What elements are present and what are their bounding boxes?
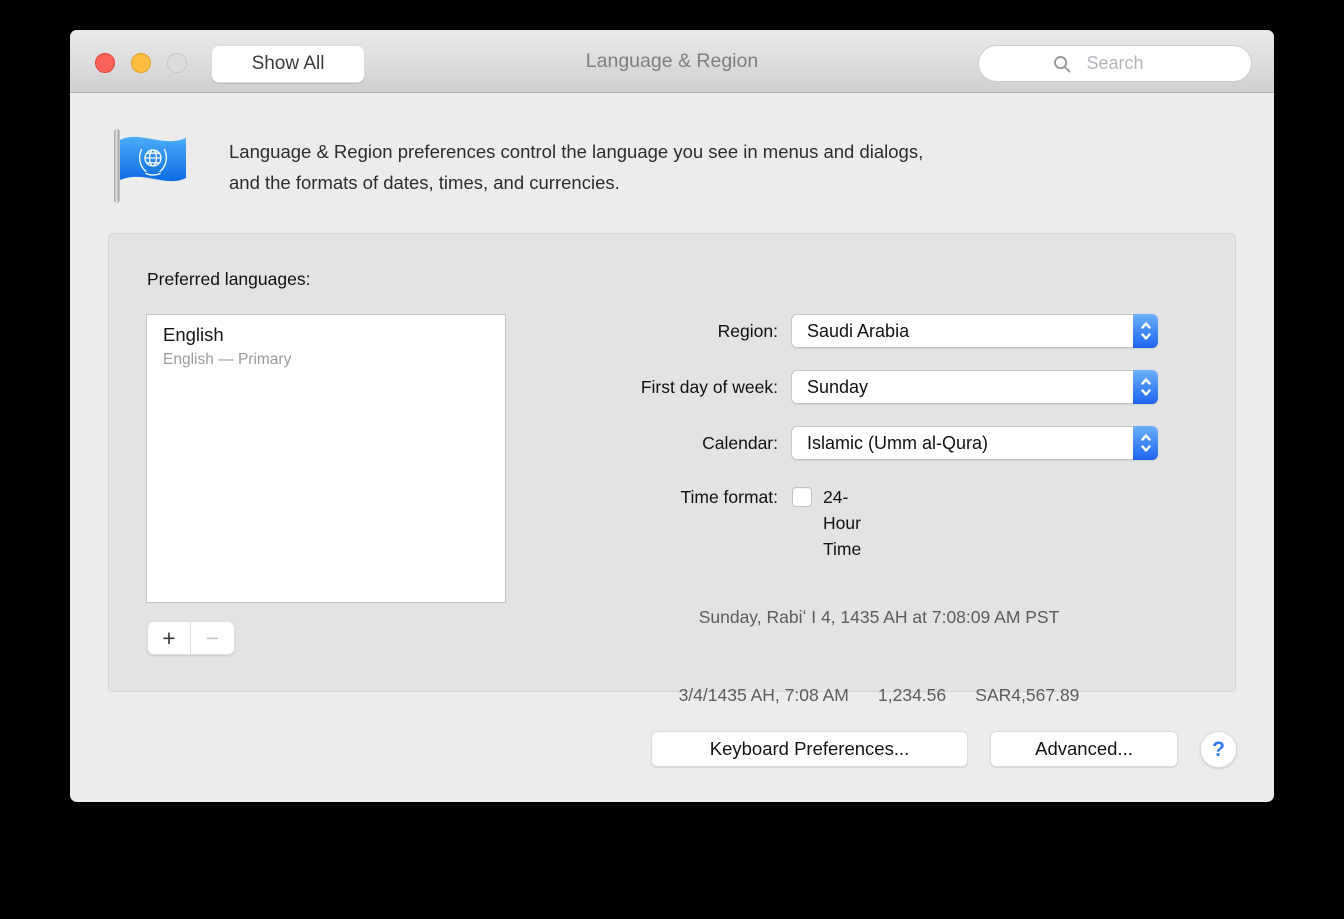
calendar-label: Calendar: bbox=[529, 426, 778, 460]
window-controls bbox=[95, 53, 187, 73]
intro-line-1: Language & Region preferences control th… bbox=[229, 136, 1189, 167]
preview-numbers: 3/4/1435 AH, 7:08 AM 1,234.56 SAR4,567.8… bbox=[589, 682, 1169, 708]
add-language-button[interactable]: + bbox=[148, 622, 191, 654]
format-preview: Sunday, Rabiʻ I 4, 1435 AH at 7:08:09 AM… bbox=[589, 552, 1169, 760]
intro-description: Language & Region preferences control th… bbox=[229, 136, 1189, 198]
help-button[interactable]: ? bbox=[1200, 731, 1237, 768]
minimize-button[interactable] bbox=[131, 53, 151, 73]
region-popup[interactable]: Saudi Arabia bbox=[791, 314, 1158, 348]
preview-datetime: Sunday, Rabiʻ I 4, 1435 AH at 7:08:09 AM… bbox=[589, 604, 1169, 630]
search-field[interactable] bbox=[978, 45, 1252, 82]
calendar-popup[interactable]: Islamic (Umm al-Qura) bbox=[791, 426, 1158, 460]
24-hour-checkbox[interactable] bbox=[792, 487, 812, 507]
preferences-window: Language & Region Show All bbox=[70, 30, 1274, 802]
close-button[interactable] bbox=[95, 53, 115, 73]
language-detail: English — Primary bbox=[163, 351, 505, 369]
search-input[interactable] bbox=[979, 46, 1251, 81]
un-flag-icon bbox=[110, 126, 196, 206]
first-day-popup[interactable]: Sunday bbox=[791, 370, 1158, 404]
language-name: English bbox=[163, 324, 505, 346]
languages-list[interactable]: English English — Primary bbox=[146, 314, 506, 603]
time-format-label: Time format: bbox=[529, 484, 778, 510]
intro-line-2: and the formats of dates, times, and cur… bbox=[229, 167, 1189, 198]
preferred-languages-label: Preferred languages: bbox=[147, 269, 310, 290]
zoom-button bbox=[167, 53, 187, 73]
settings-panel: Preferred languages: English English — P… bbox=[108, 233, 1236, 692]
list-edit-control: + − bbox=[147, 621, 235, 655]
popup-stepper-icon bbox=[1133, 370, 1158, 404]
24-hour-checkbox-label: 24-Hour Time bbox=[823, 484, 861, 562]
keyboard-preferences-button[interactable]: Keyboard Preferences... bbox=[651, 731, 968, 767]
show-all-button[interactable]: Show All bbox=[211, 45, 365, 83]
calendar-value: Islamic (Umm al-Qura) bbox=[807, 433, 988, 454]
region-value: Saudi Arabia bbox=[807, 321, 909, 342]
popup-stepper-icon bbox=[1133, 314, 1158, 348]
advanced-button[interactable]: Advanced... bbox=[990, 731, 1178, 767]
first-day-label: First day of week: bbox=[529, 370, 778, 404]
remove-language-button[interactable]: − bbox=[191, 622, 234, 654]
popup-stepper-icon bbox=[1133, 426, 1158, 460]
title-bar: Language & Region Show All bbox=[70, 30, 1274, 93]
first-day-value: Sunday bbox=[807, 377, 868, 398]
list-item[interactable]: English English — Primary bbox=[147, 315, 505, 369]
region-label: Region: bbox=[529, 314, 778, 348]
